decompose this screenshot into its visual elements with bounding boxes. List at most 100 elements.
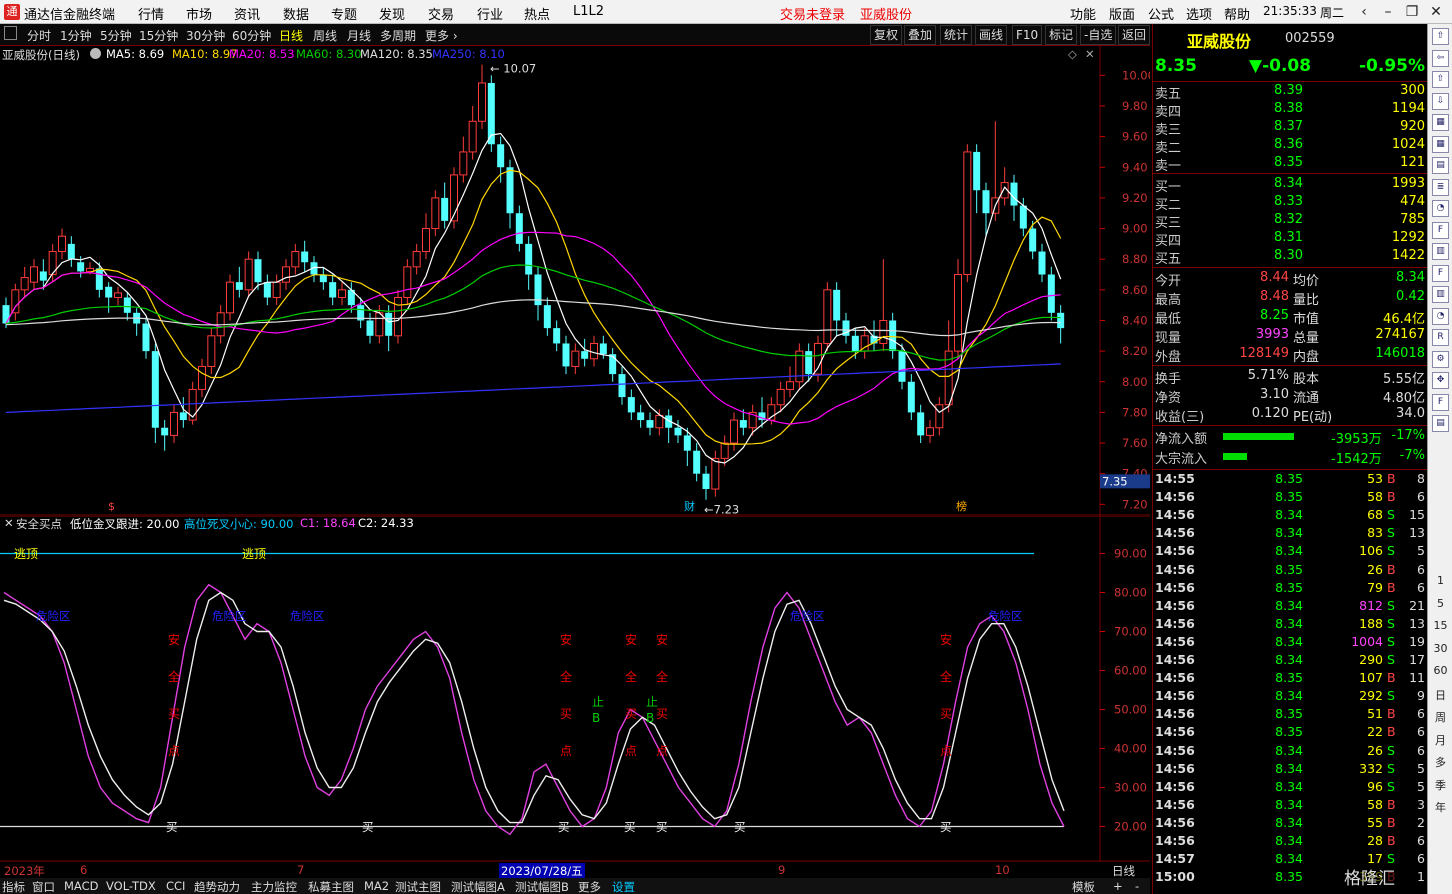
tool-button-4[interactable]: F10: [1012, 25, 1043, 45]
bottom-right-btn-0[interactable]: 模板: [1072, 879, 1095, 894]
period-shortcut-0[interactable]: 1: [1431, 574, 1450, 587]
menu-right-item-0[interactable]: 功能: [1070, 4, 1096, 23]
left-arrow-icon[interactable]: ⇦: [1432, 49, 1449, 67]
settings-circle-icon[interactable]: [90, 48, 101, 59]
menu-item-9[interactable]: L1L2: [573, 4, 604, 19]
menu-item-5[interactable]: 发现: [379, 4, 405, 23]
sell-row[interactable]: 卖一 8.35 121: [1153, 154, 1427, 174]
up-arrow-icon[interactable]: ⇧: [1432, 28, 1449, 45]
tick-row[interactable]: 14:56 8.34 1004 S 19: [1153, 633, 1427, 651]
menu-right-item-2[interactable]: 公式: [1148, 4, 1174, 23]
grid-icon[interactable]: ▦: [1432, 135, 1449, 153]
indicator-close-icon[interactable]: ✕: [4, 516, 14, 530]
kline-svg[interactable]: 10.00 9.80 9.60 9.40 9.20 9.00 8.80 8.60 8.40 8.2…: [0, 46, 1150, 516]
minimize-icon[interactable]: –: [1377, 2, 1399, 22]
period-shortcut-3[interactable]: 30: [1431, 642, 1450, 655]
tool-button-1[interactable]: 叠加: [904, 25, 937, 45]
tool-icon[interactable]: ⚙: [1432, 350, 1449, 368]
buy-row[interactable]: 买一 8.34 1993: [1153, 175, 1427, 195]
indicator-svg[interactable]: 90.00 80.00 70.00 60.00 50.00 40.00 30.00 20.00…: [0, 516, 1150, 862]
indicator-tab-1[interactable]: 窗口: [32, 879, 55, 894]
down-arrow-icon[interactable]: ⇩: [1432, 92, 1449, 110]
tool-button-2[interactable]: 统计: [940, 25, 973, 45]
period-tab-0[interactable]: 分时: [27, 27, 51, 44]
tick-row[interactable]: 14:56 8.34 106 S 5: [1153, 542, 1427, 560]
tool-button-5[interactable]: 标记: [1045, 25, 1078, 45]
table-icon[interactable]: ▦: [1432, 114, 1449, 131]
period-tab-1[interactable]: 1分钟: [60, 27, 92, 44]
bar-icon[interactable]: ▥: [1432, 286, 1449, 303]
period-tab-2[interactable]: 5分钟: [100, 27, 132, 44]
period-shortcut-5[interactable]: 日: [1431, 687, 1450, 703]
indicator-tab-9[interactable]: 测试主图: [395, 879, 441, 894]
panel-toggle-icon[interactable]: [4, 26, 17, 40]
tick-row[interactable]: 14:56 8.34 188 S 13: [1153, 615, 1427, 633]
tick-row[interactable]: 14:56 8.34 58 B 3: [1153, 796, 1427, 814]
tick-row[interactable]: 14:56 8.35 79 B 6: [1153, 579, 1427, 597]
bottom-right-btn-2[interactable]: -: [1135, 879, 1139, 893]
menu-right-item-1[interactable]: 版面: [1109, 4, 1135, 23]
indicator-tab-12[interactable]: 更多: [578, 879, 601, 894]
tick-row[interactable]: 14:56 8.34 26 S 6: [1153, 742, 1427, 760]
tick-row[interactable]: 14:56 8.35 107 B 11: [1153, 669, 1427, 687]
tool-button-3[interactable]: 画线: [975, 25, 1008, 45]
period-tab-4[interactable]: 30分钟: [186, 27, 225, 44]
period-shortcut-8[interactable]: 多: [1431, 754, 1450, 770]
tick-row[interactable]: 14:56 8.35 22 B 6: [1153, 723, 1427, 741]
tool-button-7[interactable]: 返回: [1118, 25, 1151, 45]
rsi-icon[interactable]: R: [1432, 329, 1449, 346]
period-shortcut-10[interactable]: 年: [1431, 799, 1450, 815]
tick-row[interactable]: 14:56 8.34 290 S 17: [1153, 651, 1427, 669]
restore-icon[interactable]: ❐: [1401, 2, 1423, 22]
menu-item-1[interactable]: 市场: [186, 4, 212, 23]
indicator-tab-8[interactable]: MA2: [364, 879, 389, 893]
chart-close-icon[interactable]: ✕: [1085, 47, 1095, 61]
sell-row[interactable]: 卖二 8.36 1024: [1153, 136, 1427, 156]
tick-row[interactable]: 14:56 8.34 83 S 13: [1153, 524, 1427, 542]
fund-icon[interactable]: F: [1432, 221, 1449, 239]
period-shortcut-1[interactable]: 5: [1431, 597, 1450, 610]
tick-row[interactable]: 14:56 8.34 55 B 2: [1153, 814, 1427, 832]
period-shortcut-4[interactable]: 60: [1431, 664, 1450, 677]
tick-row[interactable]: 14:56 8.35 58 B 6: [1153, 488, 1427, 506]
indicator-tab-7[interactable]: 私募主图: [308, 879, 354, 894]
doc-icon[interactable]: ▤: [1432, 415, 1449, 432]
period-shortcut-2[interactable]: 15: [1431, 619, 1450, 632]
buy-row[interactable]: 买四 8.31 1292: [1153, 229, 1427, 249]
list-icon[interactable]: ≣: [1432, 178, 1449, 196]
menu-item-6[interactable]: 交易: [428, 4, 454, 23]
tick-row[interactable]: 14:56 8.35 26 B 6: [1153, 561, 1427, 579]
menu-item-4[interactable]: 专题: [331, 4, 357, 23]
period-tab-3[interactable]: 15分钟: [139, 27, 178, 44]
tick-row[interactable]: 14:56 8.34 812 S 21: [1153, 597, 1427, 615]
period-tab-8[interactable]: 月线: [347, 27, 371, 44]
period-shortcut-6[interactable]: 周: [1431, 709, 1450, 725]
menu-item-0[interactable]: 行情: [138, 4, 164, 23]
period-tab-5[interactable]: 60分钟: [232, 27, 271, 44]
indicator-tab-2[interactable]: MACD: [64, 879, 98, 893]
menu-right-item-3[interactable]: 选项: [1186, 4, 1212, 23]
bottom-right-btn-1[interactable]: +: [1113, 879, 1123, 893]
indicator-tab-11[interactable]: 测试幅图B: [515, 879, 569, 894]
up-arrow-icon[interactable]: ⇧: [1432, 71, 1449, 88]
period-tab-6[interactable]: 日线: [279, 27, 303, 44]
menu-right-item-4[interactable]: 帮助: [1224, 4, 1250, 23]
indicator-tab-3[interactable]: VOL-TDX: [106, 879, 156, 893]
menu-item-2[interactable]: 资讯: [234, 4, 260, 23]
pie-icon[interactable]: ◔: [1432, 307, 1449, 325]
menu-item-3[interactable]: 数据: [283, 4, 309, 23]
period-tab-9[interactable]: 多周期: [380, 27, 416, 44]
pie-icon[interactable]: ◔: [1432, 200, 1449, 217]
tick-row[interactable]: 14:56 8.35 51 B 6: [1153, 705, 1427, 723]
fin-icon[interactable]: F: [1432, 264, 1449, 282]
buy-row[interactable]: 买五 8.30 1422: [1153, 247, 1427, 267]
tick-row[interactable]: 14:56 8.34 332 S 5: [1153, 760, 1427, 778]
indicator-tab-0[interactable]: 指标: [2, 879, 25, 894]
indicator-tab-5[interactable]: 趋势动力: [194, 879, 240, 894]
tick-row[interactable]: 14:56 8.34 96 S 5: [1153, 778, 1427, 796]
tick-row[interactable]: 14:55 8.35 53 B 8: [1153, 470, 1427, 488]
move-icon[interactable]: ✥: [1432, 372, 1449, 389]
tick-row[interactable]: 14:56 8.34 292 S 9: [1153, 687, 1427, 705]
chart-options-icon[interactable]: ◇: [1068, 47, 1077, 61]
tick-row[interactable]: 14:56 8.34 28 B 6: [1153, 832, 1427, 850]
